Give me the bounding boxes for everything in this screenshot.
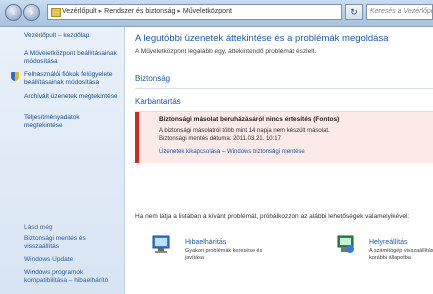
section-maintenance-label: Karbantartás [135,97,181,106]
section-security[interactable]: Biztonság [135,72,433,89]
sidebar-item-change-settings[interactable]: A Műveletközpont beállításainak módosítá… [24,50,120,65]
see-also-heading: Lásd még [24,224,53,231]
sidebar-item-archived[interactable]: Archivált üzenetek megtekintése [24,93,120,101]
address-bar[interactable]: Vezérlőpult ▸ Rendszer és biztonság ▸ Művele… [47,4,342,20]
recovery-icon [337,235,354,253]
breadcrumb-2[interactable]: Rendszer és biztonság [104,8,175,15]
alert-title: Biztonsági másolat beruházásáról nincs é… [159,116,340,123]
breadcrumb-3[interactable]: Műveletközpont [183,8,232,15]
sidebar-item-uac[interactable]: Felhasználói fiókok felügyelete beállítá… [24,71,120,86]
tile-troubleshooting-label: Hibaelhárítás [185,239,227,246]
sidebar-item-performance[interactable]: Teljesítményadatok megtekintése [24,114,120,129]
refresh-icon[interactable]: ↻ [345,4,363,20]
uac-shield-icon [11,72,19,81]
search-input[interactable]: Keresés a Vezérlőpulton [366,4,433,20]
page-subtitle: A Műveletközpont legalább egy, áttekinte… [135,48,317,55]
section-security-label: Biztonság [135,74,171,83]
section-maintenance[interactable]: Karbantartás [135,95,433,112]
folder-icon [51,8,61,17]
title-bar: ‹ › Vezérlőpult ▸ Rendszer és biztonság ▸ Mű… [0,0,433,27]
breadcrumb-1[interactable]: Vezérlőpult [62,8,97,15]
back-arrow-icon[interactable]: ‹ [5,4,22,21]
alert-line-2: Biztonsági mentés dátuma: 2011.03.21. 10… [159,136,281,142]
hint-text: Ha nem látja a listában a kívánt problém… [135,213,410,220]
sidebar: Vezérlőpult – kezdőlap A Műveletközpont … [0,27,125,294]
forward-arrow-icon[interactable]: › [23,4,40,21]
sidebar-item-home[interactable]: Vezérlőpult – kezdőlap [24,32,120,40]
main-panel: A legutóbbi üzenetek áttekintése és a pr… [125,27,433,294]
sidebar-item-compat[interactable]: Windows programok kompatibilitása – hiba… [24,269,120,284]
tile-recovery[interactable]: Helyreállítás A számítógép visszaállítás… [335,233,433,263]
alert-line-1: A biztonsági másolatról több mint 14 nap… [159,128,330,134]
troubleshooting-icon [152,235,170,253]
tile-recovery-label: Helyreállítás [369,239,408,246]
tile-troubleshooting-desc: Gyakori problémák keresése és javítása [185,248,263,261]
sidebar-item-windows-update[interactable]: Windows Update [24,256,120,264]
tile-troubleshooting[interactable]: Hibaelhárítás Gyakori problémák keresése… [151,233,271,263]
sidebar-item-backup[interactable]: Biztonsági mentés és visszaállítás [24,235,120,250]
tile-recovery-desc: A számítógép visszaállítása korábbi álla… [369,248,433,261]
alert-backup: Biztonsági másolat beruházásáról nincs é… [135,112,433,163]
page-title: A legutóbbi üzenetek áttekintése és a pr… [135,33,389,44]
alert-links[interactable]: Üzenetek kikapcsolása – Windows biztonsá… [159,149,305,155]
